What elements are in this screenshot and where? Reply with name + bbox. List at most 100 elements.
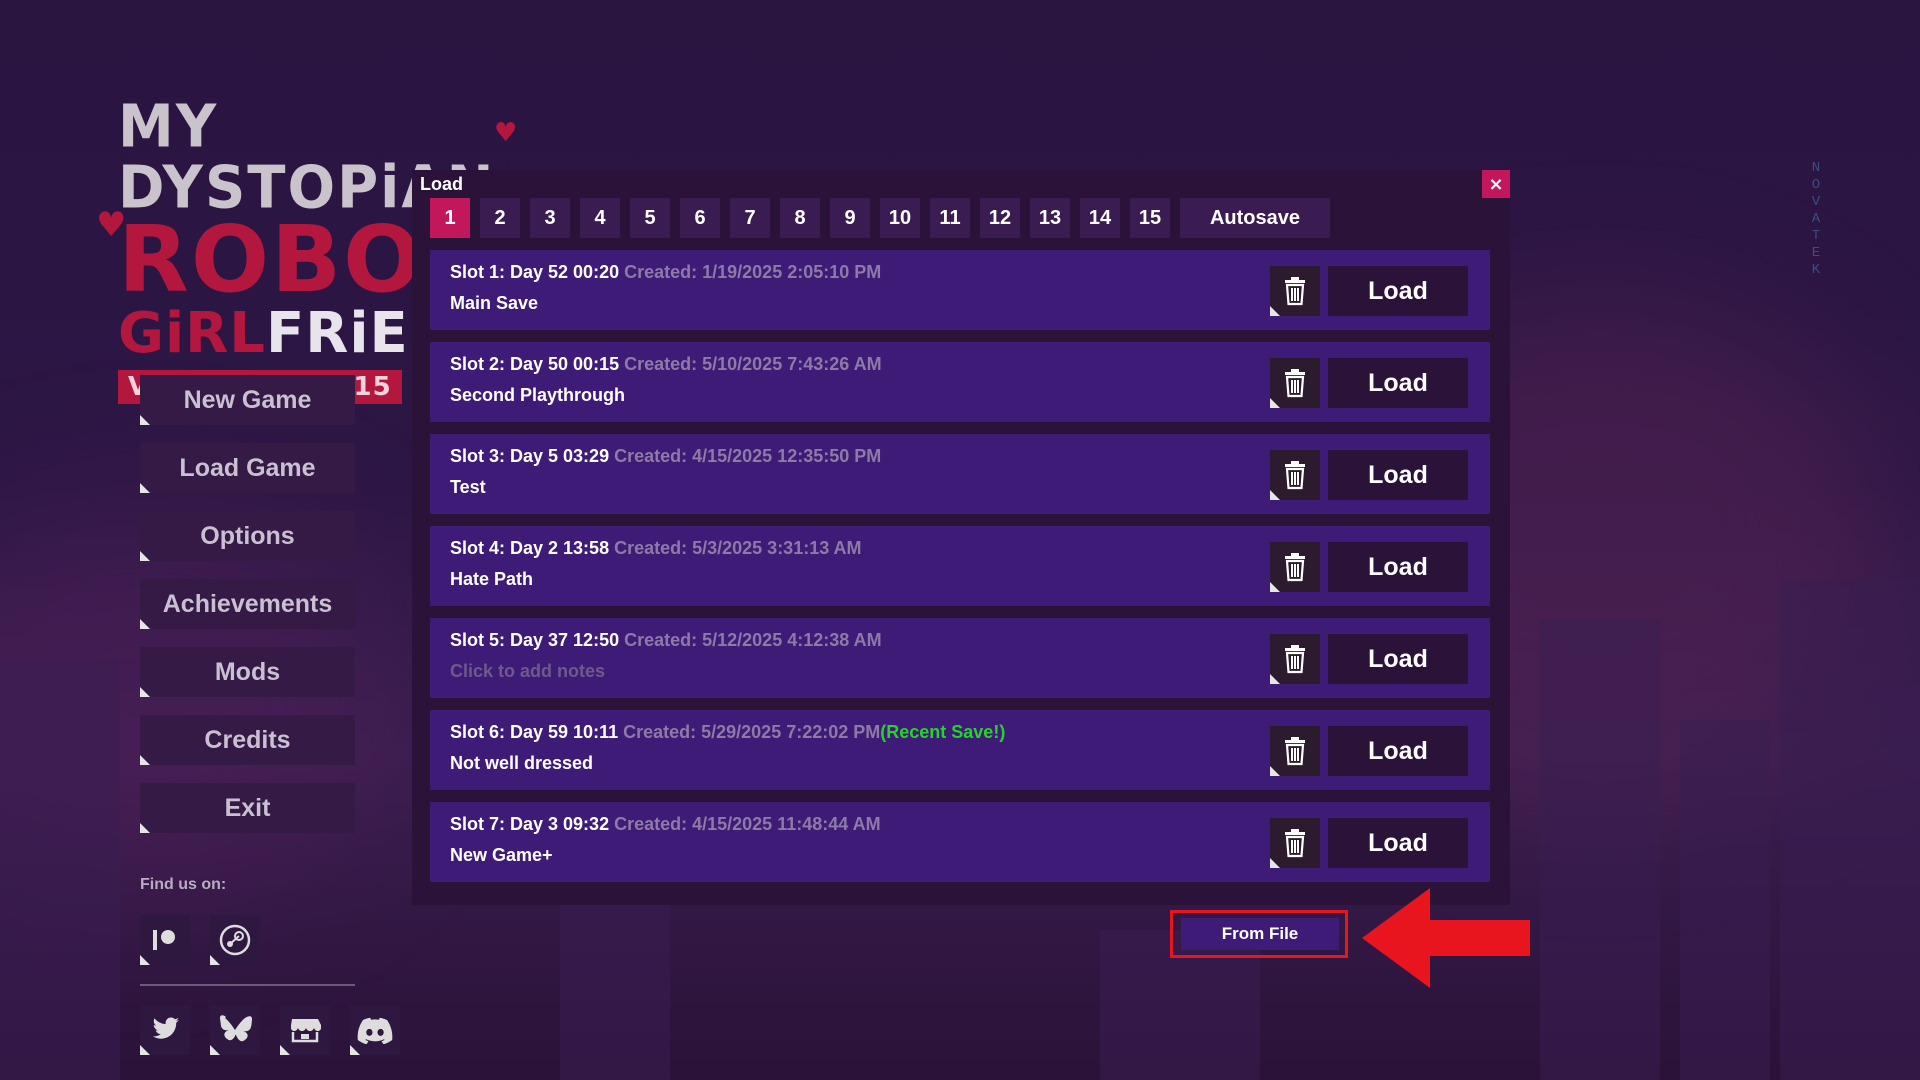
delete-slot-button[interactable]: [1270, 358, 1320, 408]
tab-page-8[interactable]: 8: [780, 198, 820, 238]
menu-mods-button[interactable]: Mods: [140, 647, 355, 697]
from-file-highlight: From File: [1170, 910, 1348, 958]
menu-options-button[interactable]: Options: [140, 511, 355, 561]
slot-created-date: Created: 5/3/2025 3:31:13 AM: [614, 538, 862, 558]
load-slot-button[interactable]: Load: [1328, 542, 1468, 592]
tab-page-11[interactable]: 11: [930, 198, 970, 238]
itch-icon[interactable]: [280, 1005, 330, 1055]
save-slot-2[interactable]: Slot 2: Day 50 00:15 Created: 5/10/2025 …: [430, 342, 1490, 422]
from-file-button[interactable]: From File: [1181, 918, 1339, 950]
slot-header: Slot 3: Day 5 03:29 Created: 4/15/2025 1…: [450, 446, 881, 467]
delete-slot-button[interactable]: [1270, 450, 1320, 500]
delete-slot-button[interactable]: [1270, 818, 1320, 868]
slot-note[interactable]: Test: [450, 477, 486, 498]
menu-button-label: Options: [200, 521, 295, 550]
tab-page-3[interactable]: 3: [530, 198, 570, 238]
slot-title: Slot 2: Day 50 00:15: [450, 354, 620, 374]
tab-page-4[interactable]: 4: [580, 198, 620, 238]
delete-slot-button[interactable]: [1270, 726, 1320, 776]
load-dialog: Load × 1 2 3 4 5 6 7 8 9 10 11 12 13 14 …: [412, 170, 1510, 905]
slot-note[interactable]: Not well dressed: [450, 753, 593, 774]
slot-title: Slot 6: Day 59 10:11: [450, 722, 619, 742]
load-slot-button[interactable]: Load: [1328, 450, 1468, 500]
logo-girl-text: GiRL: [118, 301, 266, 366]
bluesky-icon[interactable]: [210, 1005, 260, 1055]
load-slot-button[interactable]: Load: [1328, 266, 1468, 316]
save-page-tabs: 1 2 3 4 5 6 7 8 9 10 11 12 13 14 15 Auto…: [430, 198, 1330, 238]
dialog-title: Load: [420, 174, 463, 194]
menu-button-label: Achievements: [162, 589, 333, 618]
slot-created-date: Created: 1/19/2025 2:05:10 PM: [624, 262, 882, 282]
tab-page-6[interactable]: 6: [680, 198, 720, 238]
trash-icon: [1285, 553, 1305, 582]
menu-exit-button[interactable]: Exit: [140, 783, 355, 833]
slot-header: Slot 5: Day 37 12:50 Created: 5/12/2025 …: [450, 630, 882, 651]
save-slot-5[interactable]: Slot 5: Day 37 12:50 Created: 5/12/2025 …: [430, 618, 1490, 698]
slot-title: Slot 4: Day 2 13:58: [450, 538, 610, 558]
red-arrow-icon: [1362, 888, 1530, 988]
trash-icon: [1285, 461, 1305, 490]
tab-page-12[interactable]: 12: [980, 198, 1020, 238]
slot-header: Slot 7: Day 3 09:32 Created: 4/15/2025 1…: [450, 814, 881, 835]
slot-created-date: Created: 5/10/2025 7:43:26 AM: [624, 354, 882, 374]
menu-button-label: Load Game: [179, 453, 316, 482]
save-slot-1[interactable]: Slot 1: Day 52 00:20 Created: 1/19/2025 …: [430, 250, 1490, 330]
tab-page-5[interactable]: 5: [630, 198, 670, 238]
trash-icon: [1285, 737, 1305, 766]
tab-page-15[interactable]: 15: [1130, 198, 1170, 238]
slot-header: Slot 4: Day 2 13:58 Created: 5/3/2025 3:…: [450, 538, 862, 559]
slot-header: Slot 6: Day 59 10:11 Created: 5/29/2025 …: [450, 722, 1005, 743]
social-divider: [140, 984, 355, 986]
slot-note[interactable]: Main Save: [450, 293, 538, 314]
menu-new-game-button[interactable]: New Game: [140, 375, 355, 425]
menu-load-game-button[interactable]: Load Game: [140, 443, 355, 493]
load-slot-button[interactable]: Load: [1328, 634, 1468, 684]
slot-note[interactable]: New Game+: [450, 845, 553, 866]
tab-page-9[interactable]: 9: [830, 198, 870, 238]
menu-button-label: Exit: [224, 793, 271, 822]
tab-page-1[interactable]: 1: [430, 198, 470, 238]
save-slot-4[interactable]: Slot 4: Day 2 13:58 Created: 5/3/2025 3:…: [430, 526, 1490, 606]
heart-icon: ♥: [96, 205, 127, 245]
find-us-label: Find us on:: [140, 876, 227, 893]
tab-page-14[interactable]: 14: [1080, 198, 1120, 238]
patreon-icon[interactable]: [140, 915, 190, 965]
slot-note[interactable]: Hate Path: [450, 569, 533, 590]
discord-icon[interactable]: [350, 1005, 400, 1055]
slot-title: Slot 3: Day 5 03:29: [450, 446, 610, 466]
side-vertical-text: NOVATEK: [1811, 160, 1821, 278]
steam-icon[interactable]: [210, 915, 260, 965]
slot-title: Slot 1: Day 52 00:20: [450, 262, 620, 282]
twitter-icon[interactable]: [140, 1005, 190, 1055]
load-slot-button[interactable]: Load: [1328, 726, 1468, 776]
tab-page-2[interactable]: 2: [480, 198, 520, 238]
logo-friend-text: FRiE: [265, 301, 409, 366]
menu-achievements-button[interactable]: Achievements: [140, 579, 355, 629]
delete-slot-button[interactable]: [1270, 634, 1320, 684]
tab-autosave[interactable]: Autosave: [1180, 198, 1330, 238]
slot-note-placeholder[interactable]: Click to add notes: [450, 661, 605, 682]
tab-page-10[interactable]: 10: [880, 198, 920, 238]
trash-icon: [1285, 369, 1305, 398]
slot-created-date: Created: 5/29/2025 7:22:02 PM: [623, 722, 881, 742]
social-links-top: [140, 915, 260, 965]
load-slot-button[interactable]: Load: [1328, 358, 1468, 408]
main-menu: New Game Load Game Options Achievements …: [140, 375, 355, 851]
close-button[interactable]: ×: [1482, 170, 1510, 198]
menu-credits-button[interactable]: Credits: [140, 715, 355, 765]
delete-slot-button[interactable]: [1270, 542, 1320, 592]
load-slot-button[interactable]: Load: [1328, 818, 1468, 868]
tab-page-13[interactable]: 13: [1030, 198, 1070, 238]
slot-created-date: Created: 4/15/2025 11:48:44 AM: [614, 814, 881, 834]
tab-page-7[interactable]: 7: [730, 198, 770, 238]
save-slot-7[interactable]: Slot 7: Day 3 09:32 Created: 4/15/2025 1…: [430, 802, 1490, 882]
save-slot-3[interactable]: Slot 3: Day 5 03:29 Created: 4/15/2025 1…: [430, 434, 1490, 514]
delete-slot-button[interactable]: [1270, 266, 1320, 316]
menu-button-label: New Game: [183, 385, 312, 414]
save-slot-6[interactable]: Slot 6: Day 59 10:11 Created: 5/29/2025 …: [430, 710, 1490, 790]
trash-icon: [1285, 277, 1305, 306]
slot-created-date: Created: 5/12/2025 4:12:38 AM: [624, 630, 882, 650]
slot-title: Slot 5: Day 37 12:50: [450, 630, 620, 650]
slot-created-date: Created: 4/15/2025 12:35:50 PM: [614, 446, 882, 466]
slot-note[interactable]: Second Playthrough: [450, 385, 625, 406]
